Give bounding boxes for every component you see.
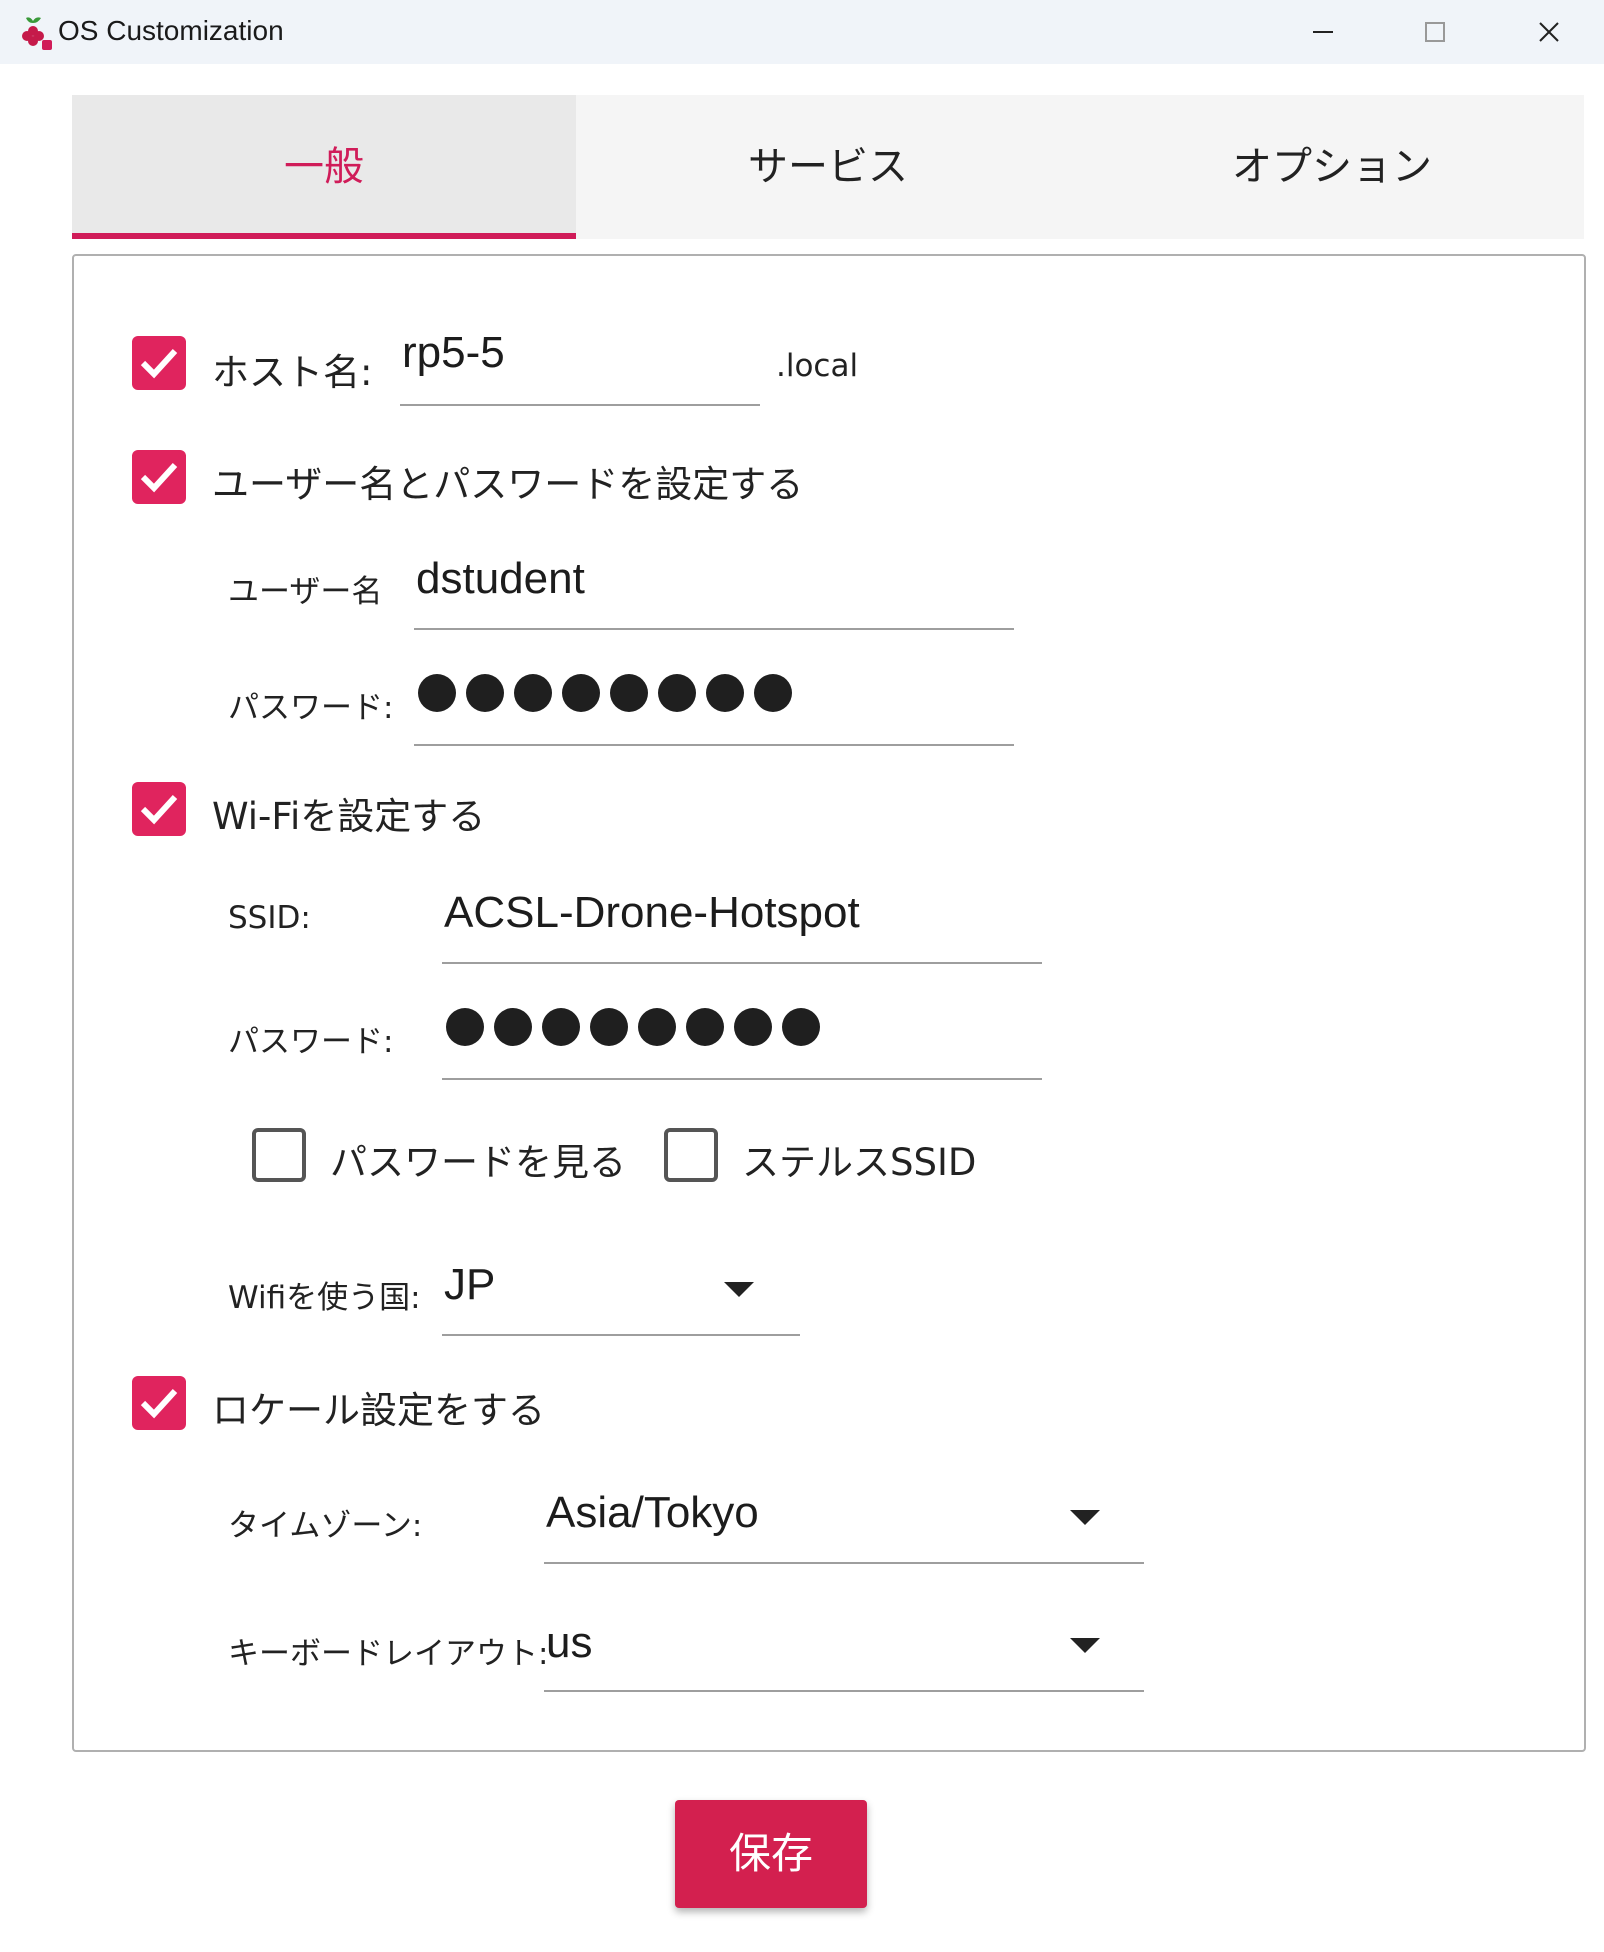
raspberry-pi-icon [14,12,54,52]
keyboard-label: キーボードレイアウト: [228,1636,549,1672]
tab-options[interactable]: オプション [1080,95,1584,239]
tab-label: オプション [1232,144,1432,190]
tab-label: 一般 [284,144,364,190]
hidden-ssid-label: ステルスSSID [742,1141,977,1184]
password-dot [446,1008,484,1046]
window-title: OS Customization [58,15,284,46]
settings-panel: ホスト名: rp5-5 .local ユーザー名とパスワードを設定する ユーザー… [72,254,1586,1752]
keyboard-select[interactable]: us [544,1604,1144,1692]
password-dot [658,674,696,712]
show-password-label: パスワードを見る [330,1141,626,1184]
hostname-label: ホスト名: [212,351,373,394]
password-dot [590,1008,628,1046]
user-password-label: パスワード: [228,690,394,726]
wifi-password-input[interactable] [442,996,1042,1080]
hidden-ssid-checkbox[interactable] [664,1128,718,1182]
minimize-button[interactable] [1268,0,1378,64]
close-button[interactable] [1494,0,1604,64]
ssid-input[interactable]: ACSL-Drone-Hotspot [442,880,1042,964]
title-bar: OS Customization [0,0,1604,64]
dropdown-arrow-icon [724,1282,754,1297]
locale-checkbox[interactable] [132,1376,186,1430]
wifi-country-select[interactable]: JP [442,1248,800,1336]
username-input[interactable]: dstudent [414,546,1014,630]
wifi-country-label: Wifiを使う国: [228,1280,421,1316]
dropdown-arrow-icon [1070,1638,1100,1653]
save-button[interactable]: 保存 [675,1800,867,1908]
check-icon [140,1388,178,1419]
password-mask [418,674,792,712]
minimize-icon [1313,31,1333,33]
timezone-label: タイムゾーン: [228,1508,423,1544]
password-dot [562,674,600,712]
maximize-button[interactable] [1380,0,1490,64]
password-dot [542,1008,580,1046]
username-label: ユーザー名 [228,574,383,610]
timezone-select[interactable]: Asia/Tokyo [544,1476,1144,1564]
check-icon [140,348,178,379]
tab-services[interactable]: サービス [576,95,1080,239]
wifi-section-label: Wi-Fiを設定する [212,795,486,838]
password-dot [418,674,456,712]
password-dot [706,674,744,712]
password-dot [610,674,648,712]
locale-section-label: ロケール設定をする [212,1389,545,1432]
password-dot [494,1008,532,1046]
wifi-password-label: パスワード: [228,1024,394,1060]
close-icon [1539,22,1559,42]
hostname-input[interactable]: rp5-5 [400,320,760,406]
password-mask [446,1008,820,1046]
active-tab-indicator [72,233,576,239]
user-checkbox[interactable] [132,450,186,504]
wifi-checkbox[interactable] [132,782,186,836]
hostname-suffix: .local [776,348,859,384]
check-icon [140,462,178,493]
password-dot [686,1008,724,1046]
password-dot [466,674,504,712]
tab-general[interactable]: 一般 [72,95,576,239]
show-password-checkbox[interactable] [252,1128,306,1182]
user-password-input[interactable] [414,662,1014,746]
user-section-label: ユーザー名とパスワードを設定する [212,463,804,506]
check-icon [140,794,178,825]
password-dot [782,1008,820,1046]
save-button-label: 保存 [728,1829,813,1878]
ssid-label: SSID: [228,900,311,936]
hostname-checkbox[interactable] [132,336,186,390]
password-dot [754,674,792,712]
password-dot [514,674,552,712]
maximize-icon [1425,22,1445,42]
password-dot [638,1008,676,1046]
tab-label: サービス [748,144,908,190]
password-dot [734,1008,772,1046]
dropdown-arrow-icon [1070,1510,1100,1525]
tab-bar: 一般 サービス オプション [72,95,1584,239]
